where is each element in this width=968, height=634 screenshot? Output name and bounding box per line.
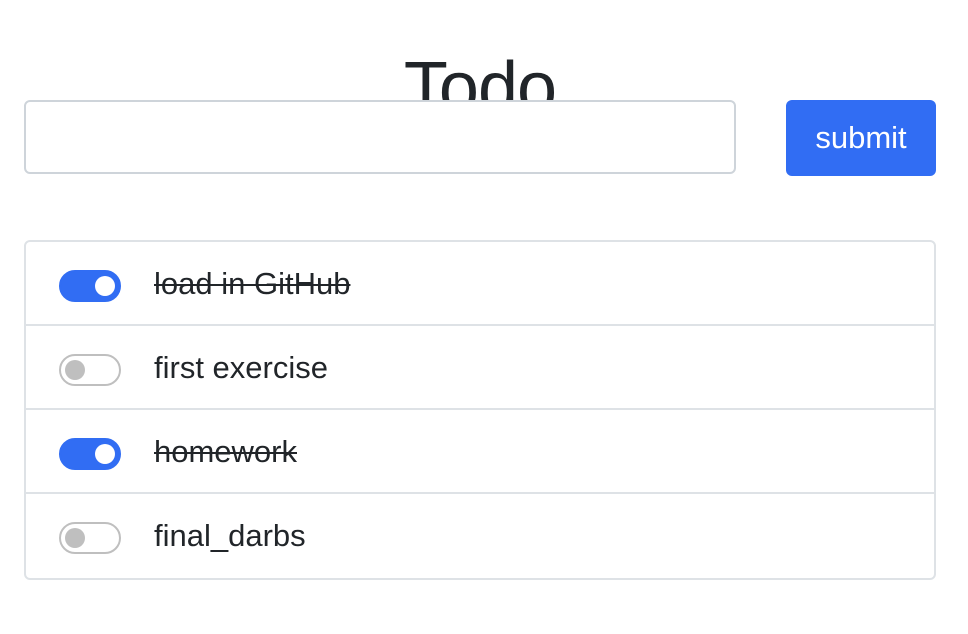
todo-input[interactable] (24, 100, 736, 174)
toggle-knob (95, 444, 115, 464)
list-item: final_darbs (26, 494, 934, 578)
todo-item-label: homework (154, 434, 297, 469)
toggle-switch[interactable] (59, 270, 121, 302)
toggle-knob (65, 528, 85, 548)
toggle-knob (95, 276, 115, 296)
toggle-switch[interactable] (59, 522, 121, 554)
todo-item-label: load in GitHub (154, 266, 351, 301)
toggle-knob (65, 360, 85, 380)
list-item: load in GitHub (26, 242, 934, 326)
list-item: homework (26, 410, 934, 494)
todo-item-label: final_darbs (154, 518, 306, 553)
submit-button[interactable]: submit (786, 100, 936, 176)
todo-list: load in GitHub first exercise homework f… (24, 240, 936, 580)
list-item: first exercise (26, 326, 934, 410)
todo-item-label: first exercise (154, 350, 328, 385)
toggle-switch[interactable] (59, 438, 121, 470)
toggle-switch[interactable] (59, 354, 121, 386)
